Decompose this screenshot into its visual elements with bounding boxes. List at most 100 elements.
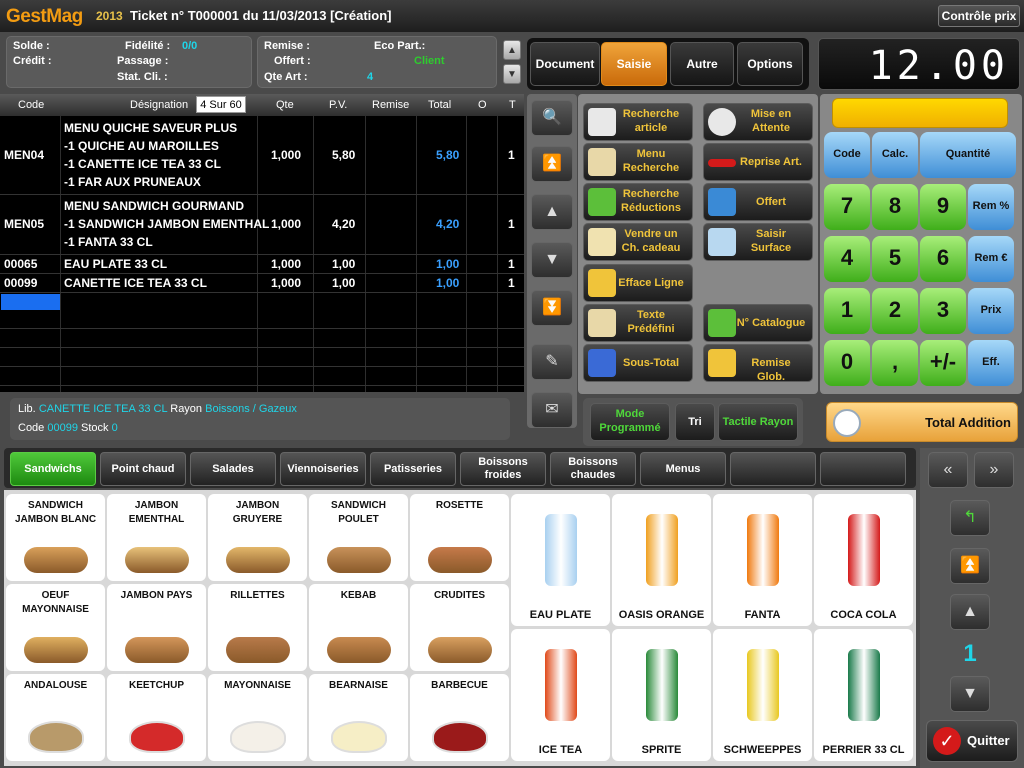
product-tile[interactable]: KEBAB — [309, 584, 408, 671]
drink-tile[interactable]: ICE TEA — [511, 629, 610, 761]
digit-2-key[interactable]: 2 — [872, 288, 918, 334]
tri-button[interactable]: Tri — [675, 403, 715, 441]
drink-tile[interactable]: COCA COLA — [814, 494, 913, 626]
digit-4-key[interactable]: 4 — [824, 236, 870, 282]
category-menus[interactable]: Menus — [640, 452, 726, 486]
vendre-cheque-button[interactable]: Vendre un Ch. cadeau — [583, 223, 693, 261]
note-icon[interactable]: ✉ — [531, 392, 573, 428]
menu-recherche-button[interactable]: Menu Recherche — [583, 143, 693, 181]
category-viennoiseries[interactable]: Viennoiseries — [280, 452, 366, 486]
tab-document[interactable]: Document — [530, 42, 600, 86]
selected-cell[interactable] — [1, 294, 60, 310]
category-sandwichs[interactable]: Sandwichs — [10, 452, 96, 486]
product-tile[interactable]: JAMBON GRUYERE — [208, 494, 307, 581]
double-down-icon[interactable]: ⏬ — [531, 290, 573, 326]
product-name: OEUF MAYONNAISE — [22, 590, 89, 615]
rem-percent-key[interactable]: Rem % — [968, 184, 1014, 230]
product-tile[interactable]: BEARNAISE — [309, 674, 408, 761]
efface-ligne-button[interactable]: Efface Ligne — [583, 264, 693, 302]
product-tile[interactable]: JAMBON PAYS — [107, 584, 206, 671]
digit-5-key[interactable]: 5 — [872, 236, 918, 282]
total-addition-button[interactable]: Total Addition — [826, 402, 1018, 442]
reprise-art-button[interactable]: Reprise Art. — [703, 143, 813, 181]
qte-art-value: 4 — [367, 71, 374, 83]
product-tile[interactable]: SANDWICH POULET — [309, 494, 408, 581]
category-salades[interactable]: Salades — [190, 452, 276, 486]
digit-1-key[interactable]: 1 — [824, 288, 870, 334]
product-tile[interactable]: OEUF MAYONNAISE — [6, 584, 105, 671]
rem-euro-key[interactable]: Rem € — [968, 236, 1014, 282]
product-tile[interactable]: SANDWICH JAMBON BLANC — [6, 494, 105, 581]
product-tile[interactable]: BARBECUE — [410, 674, 509, 761]
drink-tile[interactable]: SCHWEEPPES — [713, 629, 812, 761]
search-icon[interactable]: 🔍 — [531, 100, 573, 136]
product-tile[interactable]: ANDALOUSE — [6, 674, 105, 761]
page-double-up-icon[interactable]: ⏫ — [950, 548, 990, 584]
digit-8-key[interactable]: 8 — [872, 184, 918, 230]
double-up-icon[interactable]: ⏫ — [531, 146, 573, 182]
scroll-down-icon[interactable]: ▼ — [503, 64, 521, 84]
product-tile[interactable]: ROSETTE — [410, 494, 509, 581]
plus-minus-key[interactable]: +/- — [920, 340, 966, 386]
ticket-table[interactable]: Code Désignation 4 Sur 60 Qte P.V. Remis… — [0, 94, 524, 392]
category-empty-2[interactable] — [820, 452, 906, 486]
mode-programme-button[interactable]: Mode Programmé — [590, 403, 670, 441]
tab-options[interactable]: Options — [737, 42, 803, 86]
drink-tile[interactable]: FANTA — [713, 494, 812, 626]
digit-0-key[interactable]: 0 — [824, 340, 870, 386]
keypad-input[interactable] — [832, 98, 1008, 128]
recherche-reductions-button[interactable]: Recherche Réductions — [583, 183, 693, 221]
page-up-icon[interactable]: ▲ — [950, 594, 990, 630]
category-point-chaud[interactable]: Point chaud — [100, 452, 186, 486]
page-first-icon[interactable]: « — [928, 452, 968, 488]
digit-7-key[interactable]: 7 — [824, 184, 870, 230]
no-catalogue-button[interactable]: N° Catalogue — [703, 304, 813, 342]
offert-button[interactable]: Offert — [703, 183, 813, 221]
category-patisseries[interactable]: Patisseries — [370, 452, 456, 486]
up-icon[interactable]: ▲ — [531, 194, 573, 230]
drink-name: FANTA — [744, 609, 781, 621]
saisir-surface-button[interactable]: Saisir Surface — [703, 223, 813, 261]
eff-key[interactable]: Eff. — [968, 340, 1014, 386]
category-empty-1[interactable] — [730, 452, 816, 486]
table-row[interactable]: MEN04 MENU QUICHE SAVEUR PLUS -1 QUICHE … — [0, 116, 524, 195]
digit-9-key[interactable]: 9 — [920, 184, 966, 230]
code-key[interactable]: Code — [824, 132, 870, 178]
product-tile[interactable]: MAYONNAISE — [208, 674, 307, 761]
texte-predefini-button[interactable]: Texte Prédéfini — [583, 304, 693, 342]
mise-en-attente-button[interactable]: Mise en Attente — [703, 103, 813, 141]
tactile-rayon-button[interactable]: Tactile Rayon — [718, 403, 798, 441]
scroll-up-icon[interactable]: ▲ — [503, 40, 521, 60]
comma-key[interactable]: , — [872, 340, 918, 386]
drink-tile[interactable]: OASIS ORANGE — [612, 494, 711, 626]
tab-saisie[interactable]: Saisie — [601, 42, 667, 86]
quantite-key[interactable]: Quantité — [920, 132, 1016, 178]
drink-tile[interactable]: EAU PLATE — [511, 494, 610, 626]
digit-3-key[interactable]: 3 — [920, 288, 966, 334]
product-tile[interactable]: CRUDITES — [410, 584, 509, 671]
pen-icon[interactable]: ✎ — [531, 344, 573, 380]
calc-key[interactable]: Calc. — [872, 132, 918, 178]
product-tile[interactable]: JAMBON EMENTHAL — [107, 494, 206, 581]
table-row[interactable]: 00065 EAU PLATE 33 CL 1,000 1,00 1,00 1 — [0, 255, 524, 274]
tab-autre[interactable]: Autre — [670, 42, 734, 86]
table-row[interactable]: MEN05 MENU SANDWICH GOURMAND -1 SANDWICH… — [0, 195, 524, 255]
page-last-icon[interactable]: » — [974, 452, 1014, 488]
category-boissons-chaudes[interactable]: Boissons chaudes — [550, 452, 636, 486]
controle-prix-button[interactable]: Contrôle prix — [938, 5, 1020, 27]
recherche-article-button[interactable]: Recherche article — [583, 103, 693, 141]
sous-total-button[interactable]: Sous-Total — [583, 344, 693, 382]
return-up-icon[interactable]: ↰ — [950, 500, 990, 536]
page-down-icon[interactable]: ▼ — [950, 676, 990, 712]
product-tile[interactable]: KEETCHUP — [107, 674, 206, 761]
category-boissons-froides[interactable]: Boissons froides — [460, 452, 546, 486]
drink-tile[interactable]: SPRITE — [612, 629, 711, 761]
product-tile[interactable]: RILLETTES — [208, 584, 307, 671]
digit-6-key[interactable]: 6 — [920, 236, 966, 282]
prix-key[interactable]: Prix — [968, 288, 1014, 334]
table-row[interactable]: 00099 CANETTE ICE TEA 33 CL 1,000 1,00 1… — [0, 274, 524, 293]
quit-button[interactable]: ✓ Quitter — [926, 720, 1018, 762]
down-icon[interactable]: ▼ — [531, 242, 573, 278]
drink-tile[interactable]: PERRIER 33 CL — [814, 629, 913, 761]
remise-glob-button[interactable]: Remise Glob. — [703, 344, 813, 383]
